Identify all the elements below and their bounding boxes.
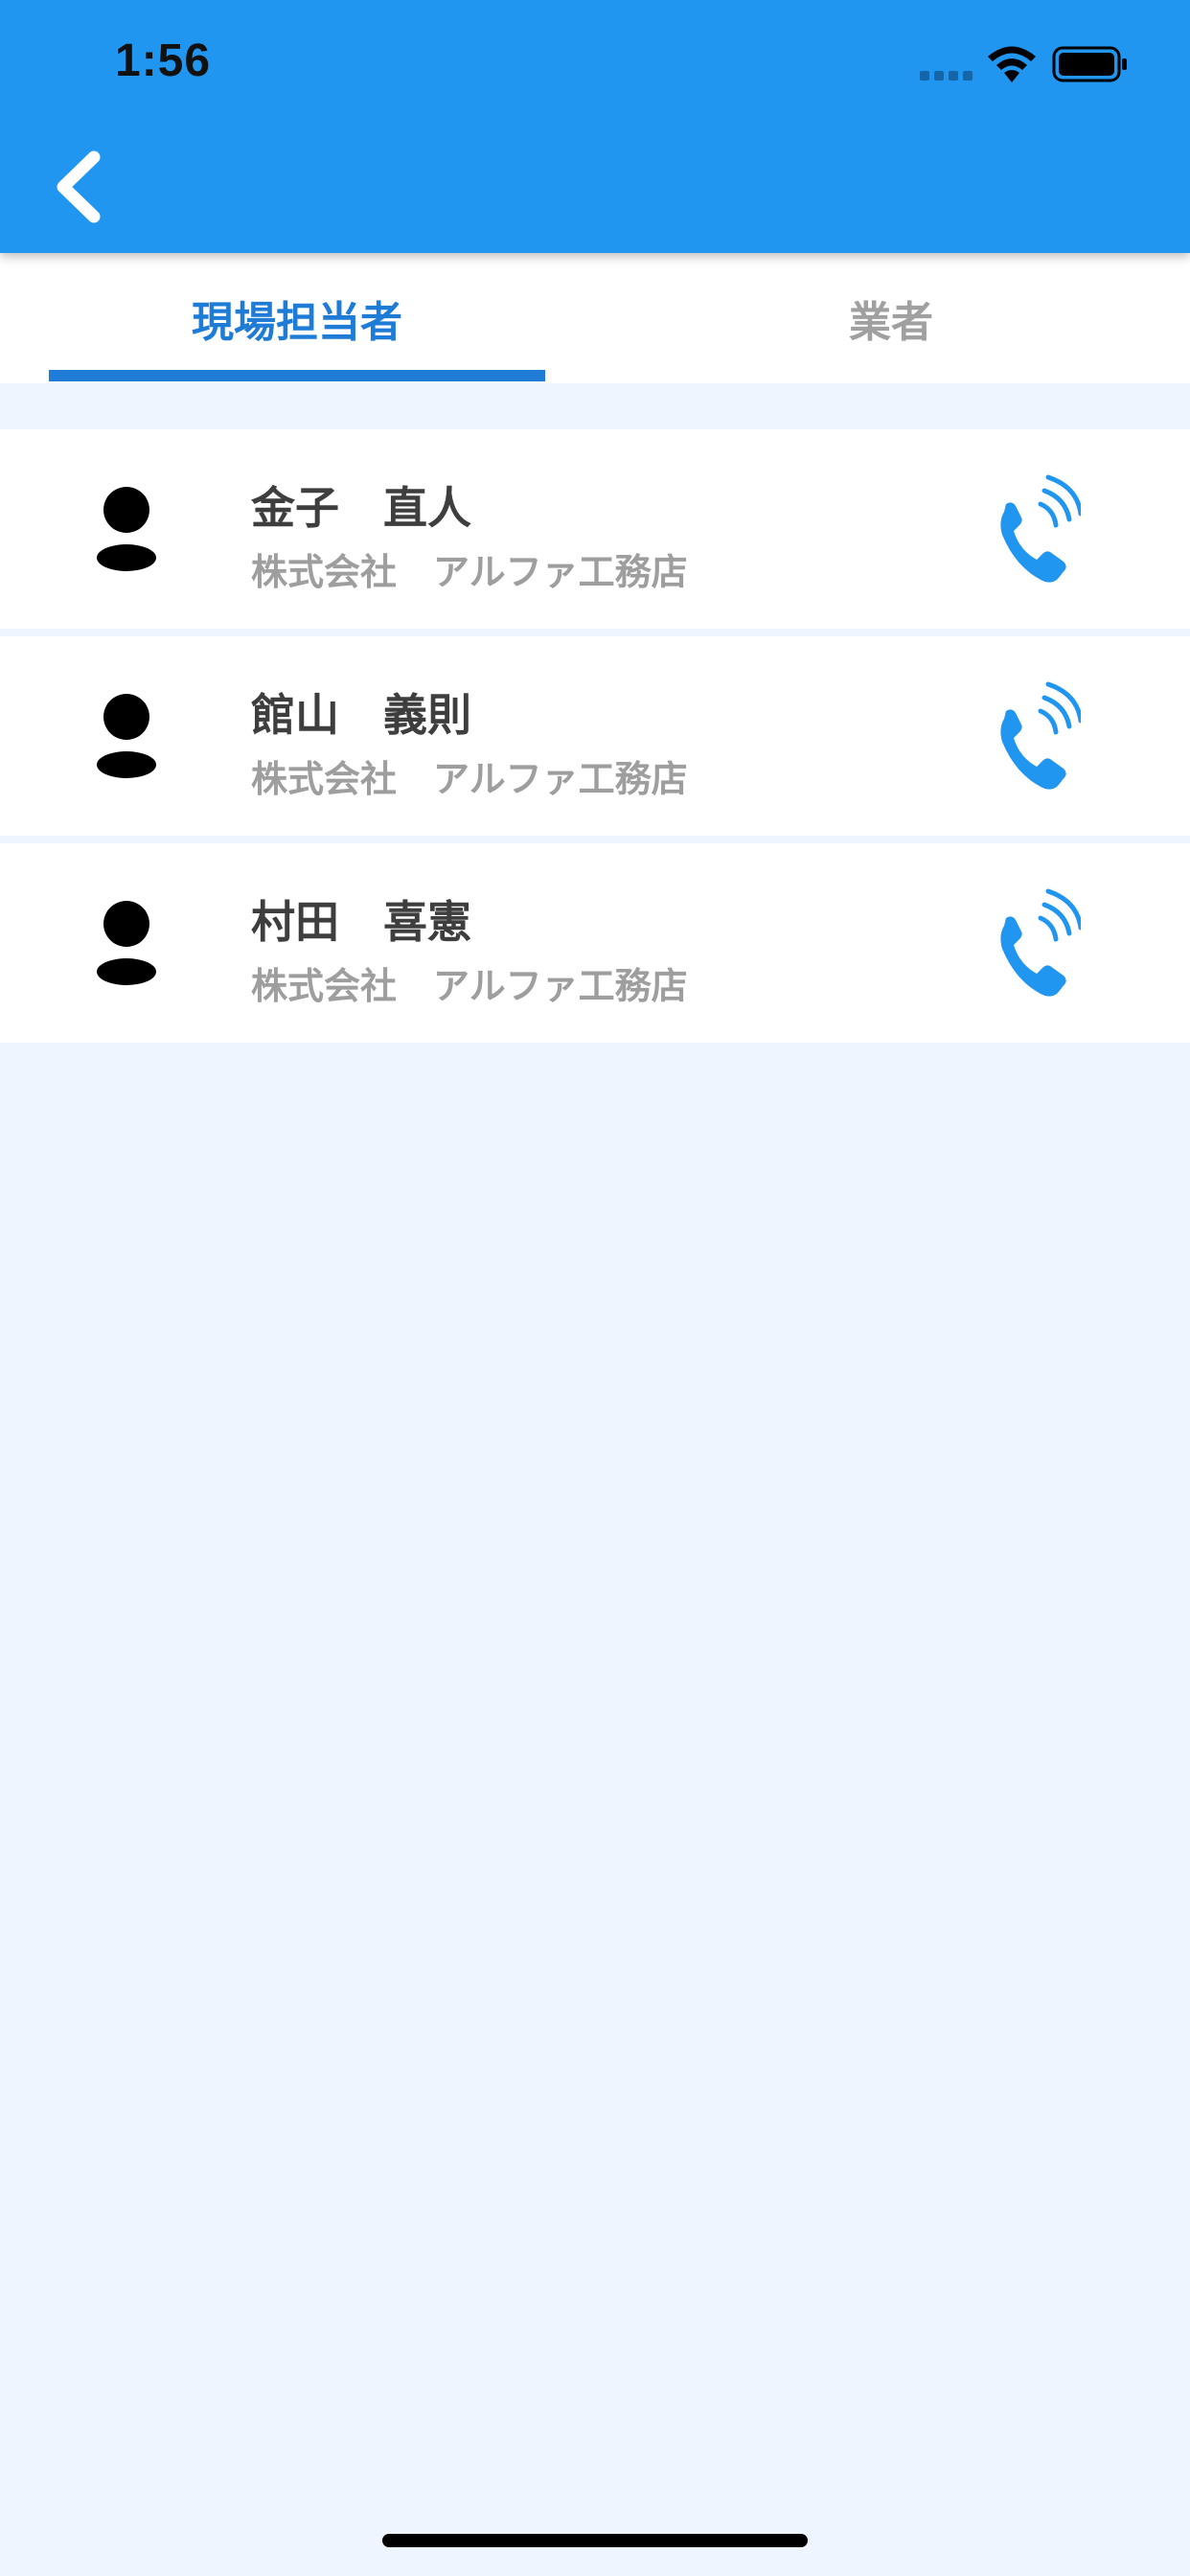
contact-name: 金子 直人 <box>251 482 471 534</box>
person-icon <box>97 694 156 778</box>
call-button[interactable] <box>993 472 1081 586</box>
contact-company: 株式会社 アルファ工務店 <box>251 965 688 1007</box>
contact-list-item: 村田 喜憲 株式会社 アルファ工務店 <box>0 843 1190 1043</box>
battery-icon <box>1052 46 1127 82</box>
wifi-icon <box>988 46 1036 82</box>
active-tab-indicator <box>49 370 545 381</box>
home-indicator[interactable] <box>382 2534 808 2547</box>
chevron-left-icon <box>57 150 101 223</box>
person-icon <box>97 487 156 571</box>
phone-call-icon <box>1000 888 1081 997</box>
person-icon <box>97 901 156 985</box>
back-button[interactable] <box>38 144 125 230</box>
tab-label: 現場担当者 <box>192 298 402 347</box>
status-time: 1:56 <box>115 35 212 86</box>
contact-name: 村田 喜憲 <box>251 896 471 948</box>
call-button[interactable] <box>993 886 1081 1000</box>
tab-site-staff[interactable]: 現場担当者 <box>49 253 545 383</box>
contact-list-item: 金子 直人 株式会社 アルファ工務店 <box>0 429 1190 629</box>
phone-call-icon <box>1000 474 1081 583</box>
contact-company: 株式会社 アルファ工務店 <box>251 551 688 593</box>
contact-name: 館山 義則 <box>251 689 471 741</box>
app-header: 1:56 <box>0 0 1190 253</box>
contact-list-item: 館山 義則 株式会社 アルファ工務店 <box>0 636 1190 836</box>
tab-contractors[interactable]: 業者 <box>642 253 1140 383</box>
phone-call-icon <box>1000 681 1081 790</box>
tab-bar: 現場担当者 業者 <box>0 253 1190 383</box>
contact-company: 株式会社 アルファ工務店 <box>251 758 688 800</box>
call-button[interactable] <box>993 678 1081 794</box>
cellular-signal-icon <box>920 71 973 82</box>
tab-label: 業者 <box>849 298 933 347</box>
